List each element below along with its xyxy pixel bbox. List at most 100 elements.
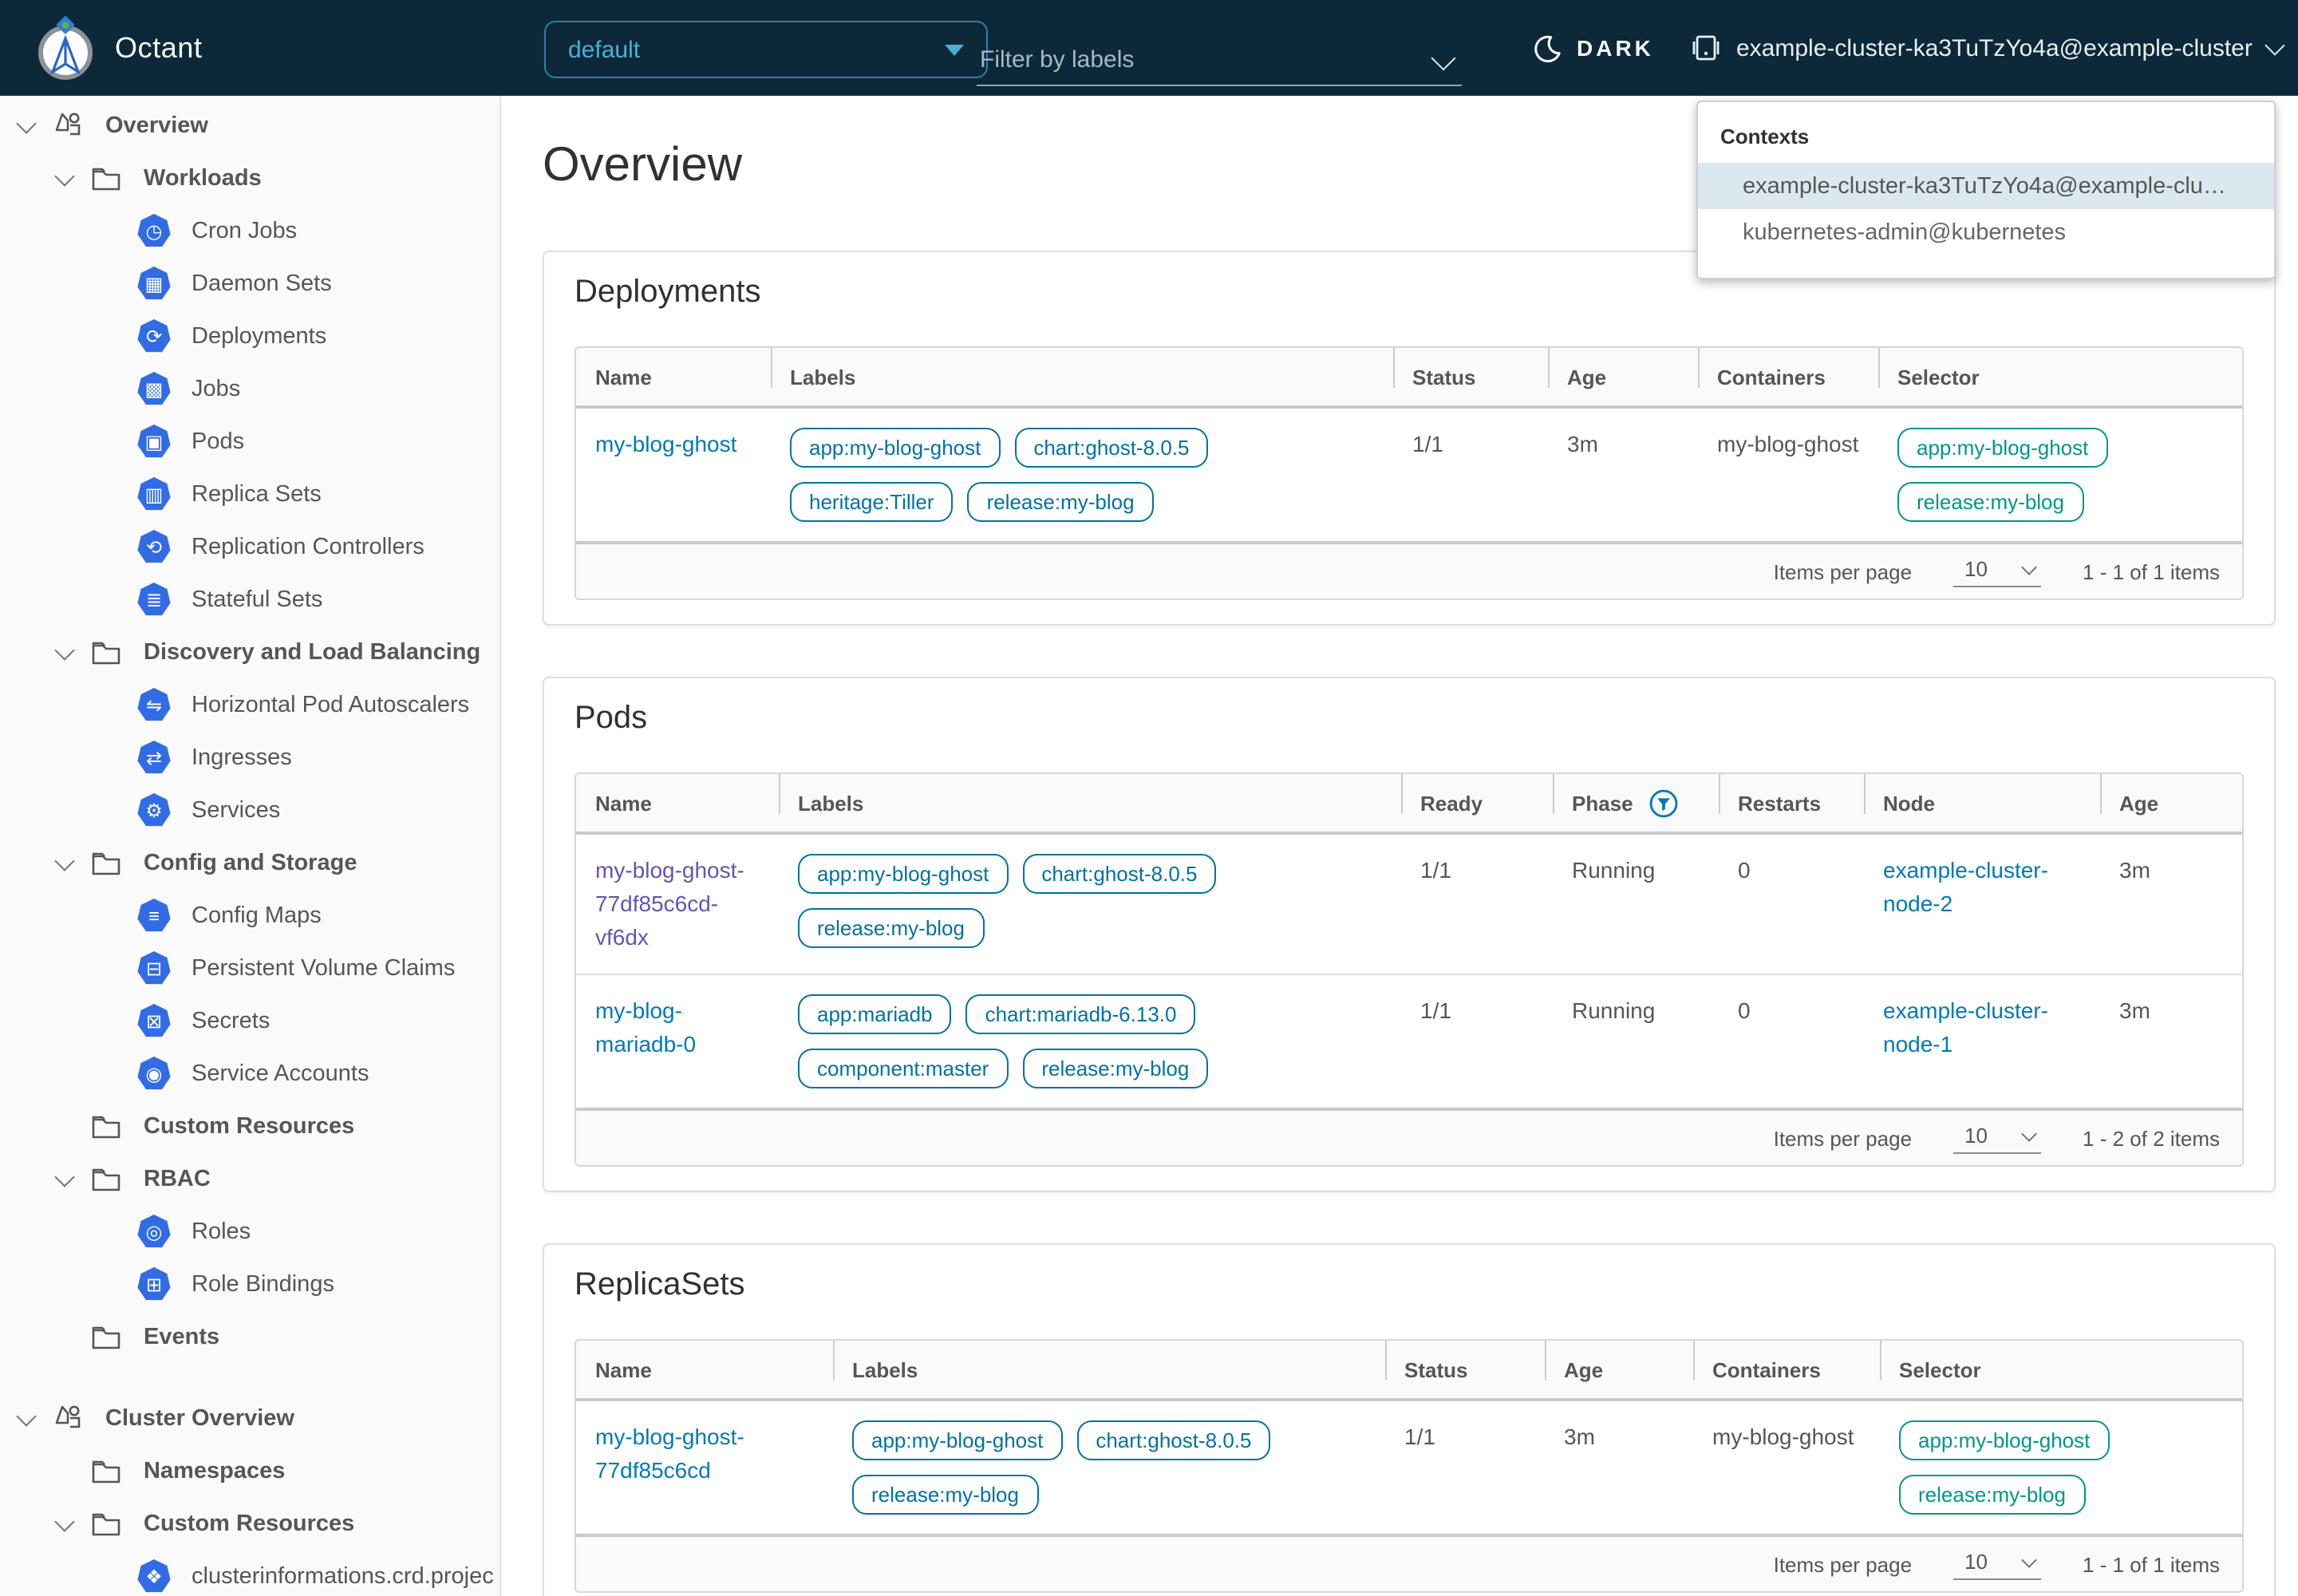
sidebar-item-persistent-volume-claims[interactable]: ⊟ Persistent Volume Claims <box>0 942 499 994</box>
column-header-name[interactable]: Name <box>576 774 779 833</box>
cronjob-icon: ◷ <box>137 214 171 247</box>
sidebar-item-config-maps[interactable]: ≡ Config Maps <box>0 889 499 942</box>
label-tag: component:master <box>798 1049 1008 1088</box>
pod-link[interactable]: my-blog-ghost-77df85c6cd-vf6dx <box>595 857 744 950</box>
selector-tag: app:my-blog-ghost <box>1897 428 2107 468</box>
pod-link[interactable]: my-blog-mariadb-0 <box>595 998 696 1057</box>
column-header-labels[interactable]: Labels <box>771 348 1393 407</box>
sidebar-item-service-accounts[interactable]: ◉ Service Accounts <box>0 1047 499 1100</box>
sidebar-item-cluster-custom-resources[interactable]: Custom Resources <box>0 1497 499 1550</box>
sidebar-item-roles[interactable]: ◎ Roles <box>0 1205 499 1258</box>
column-header-phase[interactable]: Phase <box>1553 774 1719 833</box>
context-selector[interactable]: example-cluster-ka3TuTzYo4a@example-clus… <box>1692 0 2283 96</box>
label-tag: app:mariadb <box>798 994 952 1034</box>
column-header-age[interactable]: Age <box>2100 774 2244 833</box>
pagination: Items per page 10 1 - 1 of 1 items <box>576 1534 2242 1591</box>
column-header-restarts[interactable]: Restarts <box>1719 774 1864 833</box>
replicaset-link[interactable]: my-blog-ghost-77df85c6cd <box>595 1424 744 1483</box>
table-row: my-blog-ghost-77df85c6cd app:my-blog-gho… <box>576 1400 2244 1534</box>
label-filter-input[interactable]: Filter by labels <box>977 0 1462 86</box>
column-header-labels[interactable]: Labels <box>833 1341 1385 1400</box>
theme-toggle[interactable]: DARK <box>1532 0 1654 96</box>
folder-icon <box>89 1109 123 1143</box>
chevron-down-icon[interactable] <box>54 1511 74 1531</box>
pods-title: Pods <box>574 701 2244 737</box>
chevron-down-icon <box>2021 559 2037 575</box>
octant-logo[interactable] <box>32 14 99 81</box>
items-per-page-select[interactable]: 10 <box>1953 1549 2041 1579</box>
column-header-name[interactable]: Name <box>576 1341 833 1400</box>
context-option[interactable]: kubernetes-admin@kubernetes <box>1698 209 2274 255</box>
column-header-age[interactable]: Age <box>1545 1341 1693 1400</box>
column-header-selector[interactable]: Selector <box>1880 1341 2244 1400</box>
sidebar-item-rbac[interactable]: RBAC <box>0 1152 499 1205</box>
sidebar-item-pods[interactable]: ▣ Pods <box>0 415 499 468</box>
sidebar-item-events[interactable]: Events <box>0 1310 499 1363</box>
column-header-age[interactable]: Age <box>1548 348 1698 407</box>
deployments-card: Deployments Name Labels Status Age Conta… <box>543 251 2276 626</box>
filter-funnel-icon[interactable] <box>1649 788 1680 818</box>
replicaset-icon: ▥ <box>137 477 171 511</box>
chevron-down-icon[interactable] <box>54 639 74 659</box>
pagination-range: 1 - 1 of 1 items <box>2083 559 2220 583</box>
sidebar-item-role-bindings[interactable]: ⊞ Role Bindings <box>0 1258 499 1310</box>
sidebar-item-workloads[interactable]: Workloads <box>0 152 499 204</box>
chevron-down-icon[interactable] <box>54 850 74 870</box>
label-tag: chart:ghost-8.0.5 <box>1022 854 1216 894</box>
items-per-page-select[interactable]: 10 <box>1953 556 2041 587</box>
chevron-down-icon[interactable] <box>16 113 36 132</box>
sidebar-item-horizontal-pod-autoscalers[interactable]: ⇋ Horizontal Pod Autoscalers <box>0 678 499 731</box>
sidebar-item-overview[interactable]: Overview <box>0 99 499 152</box>
replicationcontroller-icon: ⟲ <box>137 530 171 563</box>
column-header-node[interactable]: Node <box>1864 774 2100 833</box>
column-header-containers[interactable]: Containers <box>1698 348 1878 407</box>
sidebar-item-ingresses[interactable]: ⇄ Ingresses <box>0 731 499 784</box>
column-header-name[interactable]: Name <box>576 348 771 407</box>
pagination: Items per page 10 1 - 2 of 2 items <box>576 1108 2242 1165</box>
main-content: Overview Deployments Name Labels Status … <box>503 96 2298 1596</box>
context-option-current[interactable]: example-cluster-ka3TuTzYo4a@example-clu… <box>1698 163 2274 209</box>
chevron-down-icon[interactable] <box>54 165 74 185</box>
folder-icon <box>89 635 123 669</box>
chevron-down-icon[interactable] <box>16 1405 36 1425</box>
sidebar-item-jobs[interactable]: ▩ Jobs <box>0 362 499 415</box>
sidebar-item-namespaces[interactable]: Namespaces <box>0 1444 499 1497</box>
namespace-select[interactable]: default <box>544 21 988 78</box>
node-link[interactable]: example-cluster-node-1 <box>1883 998 2048 1057</box>
sidebar-item-cron-jobs[interactable]: ◷ Cron Jobs <box>0 204 499 257</box>
sidebar-item-cluster-overview[interactable]: Cluster Overview <box>0 1392 499 1444</box>
sidebar-item-stateful-sets[interactable]: ≣ Stateful Sets <box>0 573 499 626</box>
age-value: 3m <box>2119 857 2150 883</box>
sidebar-item-replica-sets[interactable]: ▥ Replica Sets <box>0 468 499 520</box>
column-header-containers[interactable]: Containers <box>1693 1341 1880 1400</box>
items-per-page-select[interactable]: 10 <box>1953 1123 2041 1153</box>
sidebar-item-clusterinformations[interactable]: ❖ clusterinformations.crd.projec <box>0 1550 499 1596</box>
label-tag: chart:ghost-8.0.5 <box>1014 428 1208 468</box>
sidebar-item-deployments[interactable]: ⟳ Deployments <box>0 310 499 362</box>
sidebar-item-config-and-storage[interactable]: Config and Storage <box>0 836 499 889</box>
column-header-status[interactable]: Status <box>1385 1341 1545 1400</box>
column-header-status[interactable]: Status <box>1393 348 1548 407</box>
status-value: 1/1 <box>1412 431 1443 456</box>
label-tag: app:my-blog-ghost <box>790 428 1000 468</box>
sidebar-item-replication-controllers[interactable]: ⟲ Replication Controllers <box>0 520 499 573</box>
secret-icon: ⊠ <box>137 1004 171 1037</box>
sidebar-item-services[interactable]: ⚙ Services <box>0 784 499 836</box>
containers-value: my-blog-ghost <box>1717 431 1858 456</box>
column-header-ready[interactable]: Ready <box>1401 774 1553 833</box>
sidebar-item-daemon-sets[interactable]: ▦ Daemon Sets <box>0 257 499 310</box>
replicasets-table: Name Labels Status Age Containers Select… <box>574 1339 2244 1593</box>
contexts-dropdown: Contexts example-cluster-ka3TuTzYo4a@exa… <box>1696 101 2276 279</box>
node-link[interactable]: example-cluster-node-2 <box>1883 857 2048 916</box>
folder-icon <box>89 1320 123 1353</box>
sidebar-item-secrets[interactable]: ⊠ Secrets <box>0 994 499 1047</box>
pods-card: Pods Name Labels Ready Phase <box>543 677 2276 1192</box>
items-per-page-label: Items per page <box>1774 559 1912 583</box>
chevron-down-icon[interactable] <box>54 1166 74 1186</box>
sidebar-item-custom-resources[interactable]: Custom Resources <box>0 1100 499 1152</box>
deployment-link[interactable]: my-blog-ghost <box>595 431 736 456</box>
column-header-labels[interactable]: Labels <box>779 774 1401 833</box>
contexts-header: Contexts <box>1698 118 2274 163</box>
column-header-selector[interactable]: Selector <box>1878 348 2244 407</box>
sidebar-item-discovery-load-balancing[interactable]: Discovery and Load Balancing <box>0 626 499 678</box>
